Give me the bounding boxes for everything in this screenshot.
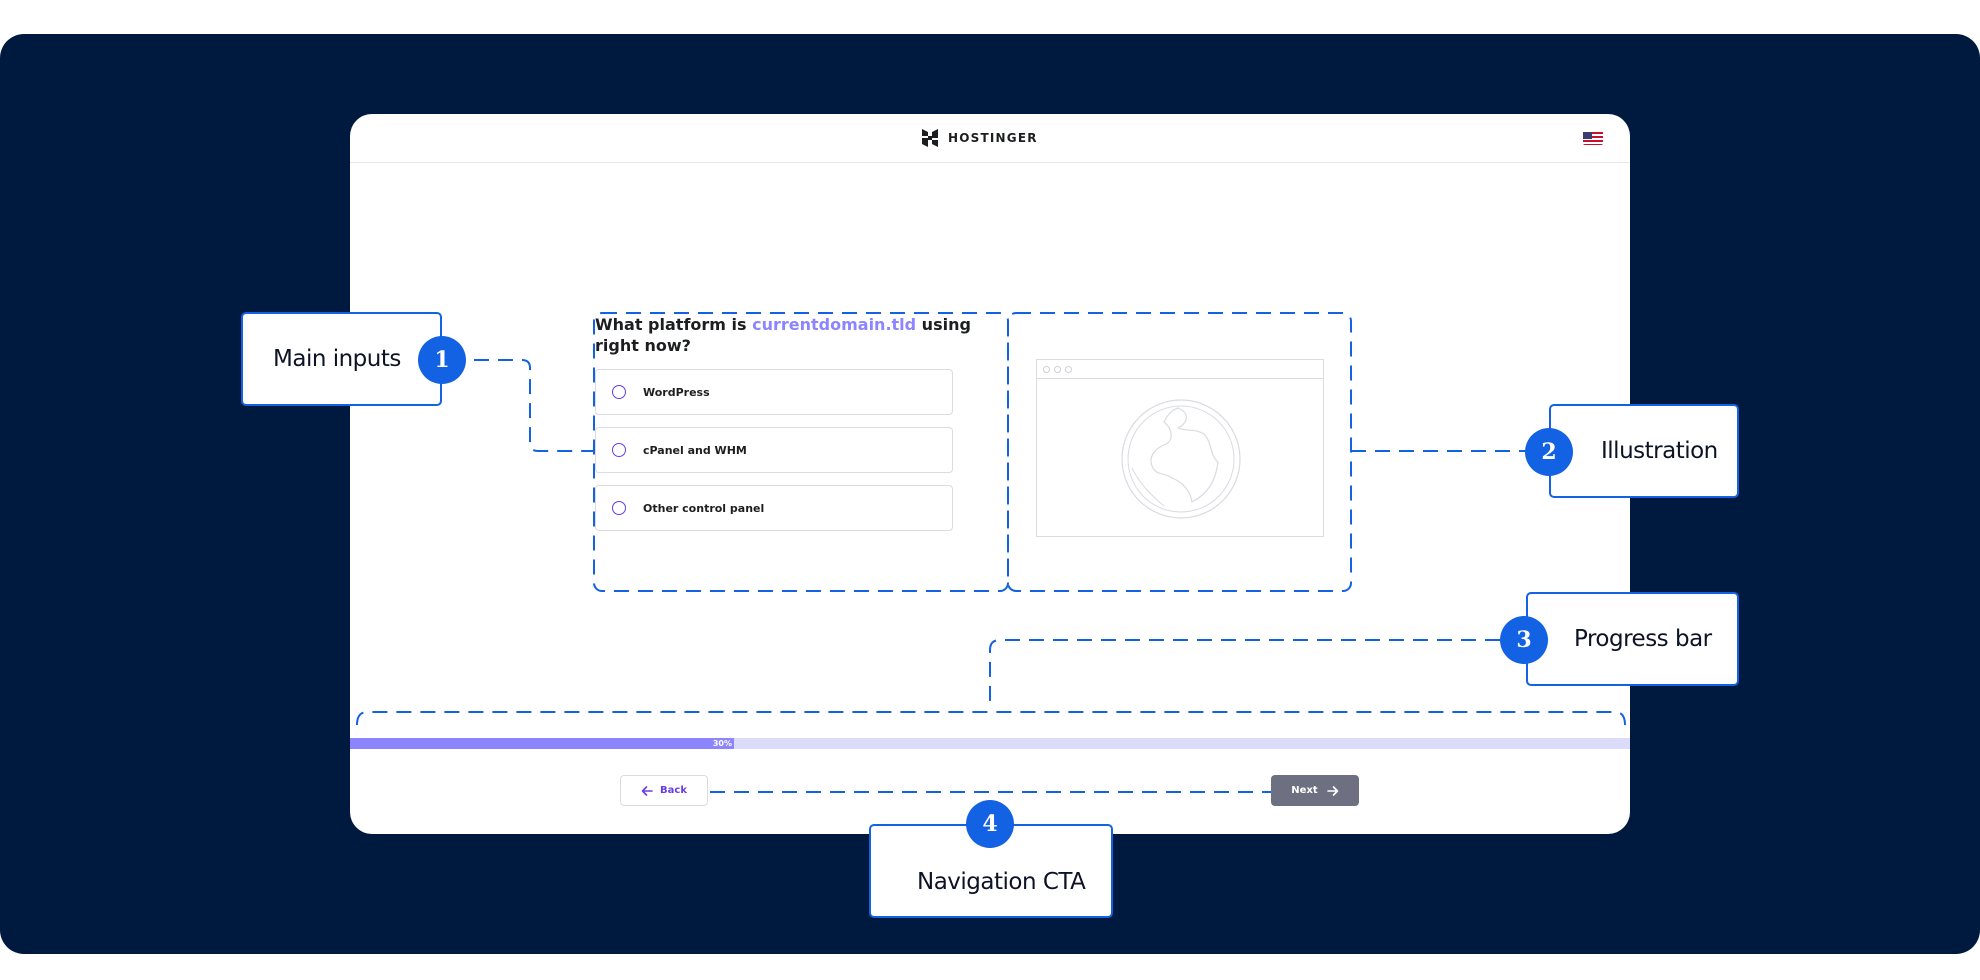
annotation-badge: 2 <box>1525 428 1573 476</box>
back-button-label: Back <box>660 785 687 796</box>
window-dot-icon <box>1054 365 1061 373</box>
option-label: Other control panel <box>643 501 765 515</box>
window-dot-icon <box>1065 365 1072 373</box>
option-label: WordPress <box>643 385 710 399</box>
radio-button[interactable] <box>612 385 626 399</box>
annotation-label: Illustration <box>1601 438 1718 464</box>
progress-percent-label: 30% <box>712 739 732 748</box>
question-domain: currentdomain.tld <box>752 315 917 334</box>
option-wordpress[interactable]: WordPress <box>595 369 953 415</box>
annotation-progress-bar: Progress bar <box>1526 592 1739 686</box>
radio-button[interactable] <box>612 443 626 457</box>
app-window: HOSTINGER What platform is currentdomain… <box>350 114 1630 834</box>
annotation-label: Navigation CTA <box>917 869 1086 895</box>
browser-illustration <box>1036 359 1324 537</box>
window-dot-icon <box>1043 365 1050 373</box>
option-label: cPanel and WHM <box>643 443 747 457</box>
progress-bar: 30% <box>350 738 1630 749</box>
question-card: What platform is currentdomain.tld using… <box>595 314 985 543</box>
app-header: HOSTINGER <box>350 114 1630 163</box>
brand-name: HOSTINGER <box>948 131 1038 145</box>
question-prefix: What platform is <box>595 315 753 334</box>
arrow-left-icon <box>641 785 653 796</box>
radio-button[interactable] <box>612 501 626 515</box>
annotation-main-inputs: Main inputs <box>241 312 442 406</box>
us-flag-icon[interactable] <box>1583 131 1603 145</box>
annotation-badge: 3 <box>1500 616 1548 664</box>
annotation-badge: 1 <box>418 336 466 384</box>
annotation-badge: 4 <box>966 800 1014 848</box>
option-cpanel-whm[interactable]: cPanel and WHM <box>595 427 953 473</box>
question-title: What platform is currentdomain.tld using… <box>595 314 985 356</box>
next-button-label: Next <box>1291 785 1318 796</box>
annotation-label: Main inputs <box>273 346 401 372</box>
annotation-label: Progress bar <box>1574 626 1712 652</box>
browser-window-bar <box>1037 360 1323 379</box>
globe-icon <box>1121 399 1241 519</box>
progress-fill: 30% <box>350 738 734 749</box>
arrow-right-icon <box>1326 785 1338 796</box>
next-button[interactable]: Next <box>1271 775 1359 806</box>
back-button[interactable]: Back <box>620 775 708 806</box>
option-other-control-panel[interactable]: Other control panel <box>595 485 953 531</box>
annotation-illustration: Illustration <box>1549 404 1739 498</box>
hostinger-logo[interactable]: HOSTINGER <box>920 128 1038 148</box>
hostinger-logo-icon <box>922 129 938 147</box>
